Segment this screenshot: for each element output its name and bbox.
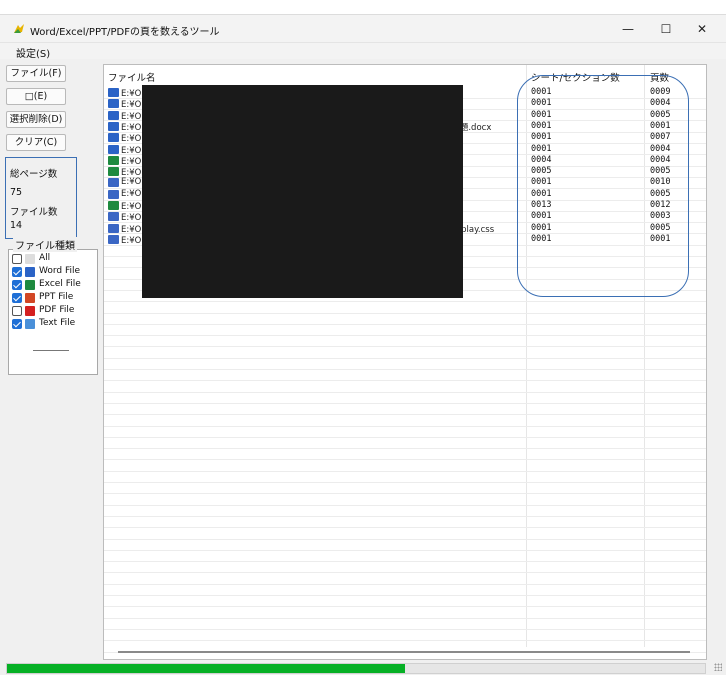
file-type-label: ファイル種類	[13, 237, 77, 252]
row-gridline	[104, 538, 706, 540]
close-button[interactable]: ✕	[684, 15, 720, 43]
row-gridline	[104, 470, 706, 472]
row-gridline	[104, 606, 706, 608]
title-bar: Word/Excel/PPT/PDFの頁を数えるツール — ☐ ✕	[0, 15, 726, 43]
row-gridline	[104, 493, 706, 495]
row-gridline	[104, 369, 706, 370]
checkbox[interactable]	[12, 267, 22, 277]
maximize-button[interactable]: ☐	[648, 15, 684, 43]
word-icon	[25, 267, 35, 277]
progress-fill	[7, 664, 405, 673]
row-gridline	[104, 640, 706, 642]
total-pages-label: 総ページ数	[10, 169, 58, 180]
row-gridline	[104, 583, 706, 585]
file-type-word-file[interactable]: Word File	[12, 266, 97, 278]
row-gridline	[104, 527, 706, 529]
excel-file-icon	[108, 167, 119, 177]
app-window: Word/Excel/PPT/PDFの頁を数えるツール — ☐ ✕ 設定(S) …	[0, 14, 726, 675]
text-file-icon	[108, 189, 119, 199]
word-file-icon	[108, 88, 119, 97]
row-gridline	[104, 572, 706, 574]
row-gridline	[104, 323, 706, 325]
word-file-icon	[108, 121, 119, 131]
row-gridline	[104, 448, 706, 450]
file-type-label: PPT File	[39, 292, 74, 302]
add-file-button[interactable]: ファイル(F)	[6, 65, 66, 82]
divider	[33, 350, 69, 351]
row-gridline	[104, 561, 706, 563]
file-count-label: ファイル数	[10, 207, 58, 218]
file-type-label: Text File	[39, 318, 76, 328]
file-count-value: 14	[10, 220, 23, 231]
text-file-icon	[108, 212, 119, 222]
remove-selected-button[interactable]: 選択削除(D)	[6, 111, 66, 128]
row-gridline	[104, 504, 706, 506]
resize-grip[interactable]	[714, 663, 722, 671]
row-gridline	[104, 549, 706, 551]
checkbox[interactable]	[12, 254, 22, 264]
progress-bar	[6, 663, 706, 674]
excel-file-icon	[108, 201, 119, 210]
row-gridline	[104, 617, 706, 619]
file-type-label: Word File	[39, 266, 81, 276]
add-folder-button[interactable]: □(E)	[6, 88, 66, 105]
row-gridline	[104, 515, 706, 517]
minimize-button[interactable]: —	[610, 15, 646, 43]
row-gridline	[104, 335, 706, 337]
word-file-icon	[108, 133, 119, 143]
row-gridline	[104, 380, 706, 382]
file-type-label: PDF File	[39, 305, 75, 315]
text-file-icon	[108, 234, 119, 244]
menu-bar: 設定(S)	[0, 43, 726, 60]
row-gridline	[104, 425, 706, 427]
redaction-block	[142, 85, 463, 298]
window-title: Word/Excel/PPT/PDFの頁を数えるツール	[30, 27, 220, 38]
file-type-filter: All Word File Excel File PPT File PDF File Te…	[8, 249, 98, 375]
ppt-icon	[25, 293, 35, 303]
row-gridline	[104, 628, 706, 630]
row-gridline	[104, 436, 706, 438]
row-gridline	[104, 482, 706, 483]
checkbox[interactable]	[12, 319, 22, 329]
checkbox[interactable]	[12, 280, 22, 290]
file-list[interactable]: ファイル名 シート/セクション数 頁数 E:¥OneCloud¥Document…	[103, 64, 707, 660]
row-gridline	[104, 301, 706, 303]
row-gridline	[104, 312, 706, 314]
file-type-all[interactable]: All	[12, 253, 97, 265]
highlight-outline	[517, 75, 689, 297]
word-file-icon	[108, 99, 119, 109]
checkbox[interactable]	[12, 306, 22, 316]
row-gridline	[104, 346, 706, 348]
checkbox[interactable]	[12, 293, 22, 303]
horizontal-scrollbar[interactable]	[118, 651, 690, 653]
text-file-icon	[108, 178, 119, 188]
file-type-label: Excel File	[39, 279, 81, 289]
menu-settings[interactable]: 設定(S)	[16, 45, 50, 60]
app-icon	[14, 24, 24, 33]
row-gridline	[104, 402, 706, 404]
file-type-text-file[interactable]: Text File	[12, 318, 97, 330]
text-icon	[25, 319, 35, 329]
summary-panel: 総ページ数 75 ファイル数 14	[5, 157, 77, 239]
excel-file-icon	[108, 155, 119, 165]
row-gridline	[104, 414, 706, 416]
clear-button[interactable]: クリア(C)	[6, 134, 66, 151]
total-pages-value: 75	[10, 187, 23, 198]
row-gridline	[104, 357, 706, 359]
text-file-icon	[108, 223, 119, 233]
word-file-icon	[108, 110, 119, 120]
row-gridline	[104, 595, 706, 596]
excel-icon	[25, 280, 35, 290]
file-type-label: All	[39, 253, 51, 263]
file-type-ppt-file[interactable]: PPT File	[12, 292, 97, 304]
file-type-pdf-file[interactable]: PDF File	[12, 305, 97, 317]
file-type-excel-file[interactable]: Excel File	[12, 279, 97, 291]
row-gridline	[104, 459, 706, 461]
word-file-icon	[108, 144, 119, 154]
header-file-name[interactable]: ファイル名	[108, 70, 156, 84]
pdf-icon	[25, 306, 35, 316]
row-gridline	[104, 391, 706, 393]
all-icon	[25, 254, 35, 264]
